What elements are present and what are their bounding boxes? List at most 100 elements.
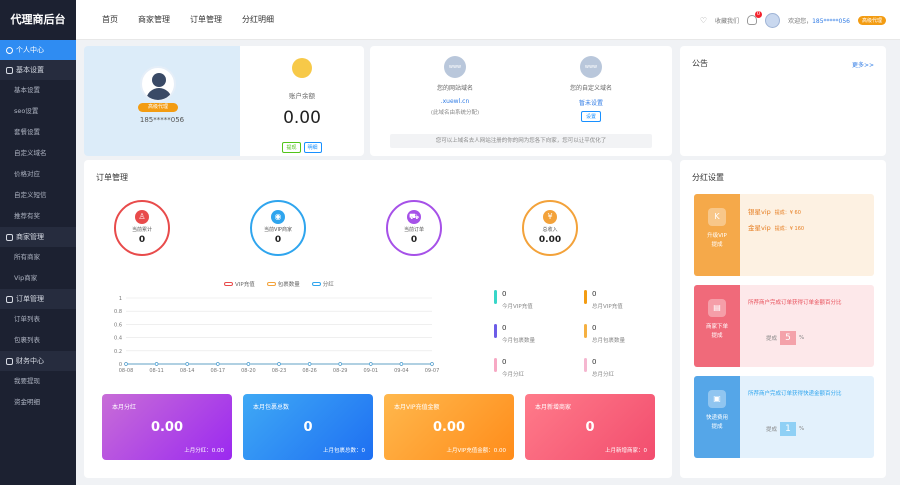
- stat-value: 0: [592, 358, 597, 366]
- notice-card: 公告 更多>>: [680, 46, 886, 156]
- menu-group-icon: [6, 233, 13, 241]
- avatar[interactable]: [765, 12, 781, 28]
- legend-swatch: [224, 282, 233, 286]
- stat-value: 0: [502, 324, 507, 332]
- summary-tile[interactable]: 本月VIP充值金额 0.00 上月VIP充值金额：0.00: [384, 394, 514, 460]
- balance-value: 0.00: [283, 108, 321, 128]
- sidebar-item[interactable]: 推荐有奖: [0, 206, 76, 227]
- brand-title: 代理商后台: [0, 0, 76, 40]
- stat-bar: [494, 324, 497, 338]
- legend-label: 包裹数量: [277, 282, 300, 288]
- top-nav: 首页 商家管理 订单管理 分红明细: [92, 0, 284, 40]
- commission-title: 分红设置: [692, 173, 724, 182]
- detail-button[interactable]: 明细: [303, 142, 322, 153]
- sidebar-group[interactable]: 个人中心: [0, 40, 76, 60]
- vip-commission-label: 升级VIP 提成: [707, 233, 727, 248]
- order-commission-text: 所荐商户完成订单获得订单金额百分比: [748, 300, 842, 306]
- globe-icon: www: [444, 56, 466, 78]
- legend-item[interactable]: 包裹数量: [266, 280, 300, 288]
- summary-tile[interactable]: 本月分红 0.00 上月分红：0.00: [102, 394, 232, 460]
- circle-value: 0: [410, 235, 418, 245]
- menu-group-icon: [6, 295, 13, 303]
- y-tick-label: 0.8: [114, 309, 122, 315]
- x-tick-label: 09-04: [394, 368, 409, 374]
- summary-tile[interactable]: 本月包裹总数 0 上月包裹总数：0: [243, 394, 373, 460]
- data-point: [216, 362, 220, 366]
- circle-label: 当前订单: [403, 227, 424, 233]
- sidebar-group[interactable]: 订单管理: [0, 289, 76, 309]
- shipping-commission-text: 所荐商户完成订单获得快递金额百分比: [748, 391, 842, 397]
- tile-previous: 上月新增商家：0: [605, 448, 647, 454]
- sidebar-group[interactable]: 商家管理: [0, 227, 76, 247]
- y-tick-label: 0.2: [114, 349, 122, 355]
- bell-icon[interactable]: 0: [747, 11, 763, 25]
- stat-value: 0: [592, 324, 597, 332]
- menu-group-icon: [6, 357, 13, 365]
- sidebar-item[interactable]: 所有商家: [0, 247, 76, 268]
- nav-orders[interactable]: 订单管理: [180, 0, 232, 40]
- sidebar-item[interactable]: 自定义域名: [0, 143, 76, 164]
- sidebar: 代理商后台 个人中心 基本设置 基本设置 seo设置 套餐设置 自定义域名 价格对应 自定义短…: [0, 0, 76, 485]
- sidebar-item[interactable]: 基本设置: [0, 80, 76, 101]
- sidebar-item[interactable]: 订单列表: [0, 309, 76, 330]
- orders-card: 订单管理 ♙ 当前累计 0 ◉ 当前VIP商家 0 ⛟ 当前订单 0 ¥ 总收入 0.00 VIP充值…: [84, 160, 672, 478]
- x-tick-label: 08-29: [333, 368, 348, 374]
- sidebar-group[interactable]: 基本设置: [0, 60, 76, 80]
- sidebar-item[interactable]: 自定义短信: [0, 185, 76, 206]
- profile-card: 高级代理 185*****056: [84, 46, 240, 156]
- sidebar-item[interactable]: 包裹列表: [0, 330, 76, 351]
- sidebar-group-label: 订单管理: [16, 295, 44, 303]
- sidebar-group[interactable]: 财务中心: [0, 351, 76, 371]
- tile-title: 本月分红: [112, 404, 137, 411]
- user-icon: ♙: [135, 210, 149, 224]
- x-tick-label: 09-07: [425, 368, 440, 374]
- favorite-link[interactable]: 收藏我们: [715, 16, 739, 25]
- data-point: [399, 362, 404, 366]
- order-commission-value: 5: [780, 331, 797, 345]
- sidebar-group-label: 商家管理: [16, 233, 44, 241]
- shipping-commission-value: 1: [780, 422, 797, 436]
- y-tick-label: 1: [119, 296, 122, 302]
- stat-label: 总月分红: [592, 372, 615, 378]
- sidebar-item[interactable]: seo设置: [0, 101, 76, 122]
- sidebar-item[interactable]: 资金明细: [0, 392, 76, 413]
- legend-swatch: [311, 282, 321, 286]
- set-domain-button[interactable]: 设置: [580, 111, 601, 122]
- stat-item: 0 今月VIP充值: [494, 288, 574, 316]
- sidebar-group-label: 财务中心: [16, 357, 44, 365]
- sidebar-item[interactable]: 套餐设置: [0, 122, 76, 143]
- notice-more-link[interactable]: 更多>>: [852, 60, 874, 69]
- legend-item[interactable]: VIP充值: [224, 280, 255, 288]
- chart-legend: VIP充值 包裹数量 分红: [224, 280, 334, 288]
- legend-item[interactable]: 分红: [311, 280, 334, 288]
- withdraw-button[interactable]: 提现: [282, 142, 301, 153]
- vip-icon: K: [708, 208, 726, 226]
- user-phone[interactable]: 185*****056: [812, 18, 850, 25]
- site-domain-value[interactable]: .xuewl.cn: [400, 98, 510, 105]
- main-content: 高级代理 185*****056 账户余额 0.00 提现 明细 www 您的网…: [76, 40, 900, 485]
- heart-icon[interactable]: ♡: [700, 16, 707, 25]
- data-point: [369, 362, 373, 366]
- order-stat-circle: ♙ 当前累计 0: [114, 200, 170, 256]
- menu-group-icon: [6, 66, 13, 74]
- nav-merchants[interactable]: 商家管理: [128, 0, 180, 40]
- data-point: [338, 362, 342, 366]
- balance-card: 账户余额 0.00 提现 明细: [240, 46, 364, 156]
- tile-title: 本月新增商家: [535, 404, 572, 411]
- stat-value: 0: [592, 290, 597, 298]
- custom-domain-label: 您的自定义域名: [569, 85, 612, 92]
- yen-icon: ¥: [543, 210, 557, 224]
- circle-label: 当前累计: [131, 227, 152, 233]
- sidebar-item[interactable]: 价格对应: [0, 164, 76, 185]
- site-domain-label: 您的网站域名: [436, 85, 473, 92]
- sidebar-group-label: 基本设置: [16, 66, 44, 74]
- nav-dividends[interactable]: 分红明细: [232, 0, 284, 40]
- summary-tile[interactable]: 本月新增商家 0 上月新增商家：0: [525, 394, 655, 460]
- sidebar-item[interactable]: Vip商家: [0, 268, 76, 289]
- sidebar-item[interactable]: 我要提现: [0, 371, 76, 392]
- data-point: [430, 362, 434, 366]
- stat-label: 今月分红: [502, 372, 525, 378]
- sidebar-group-label: 个人中心: [16, 46, 44, 54]
- x-tick-label: 09-01: [364, 368, 379, 374]
- nav-home[interactable]: 首页: [92, 0, 128, 40]
